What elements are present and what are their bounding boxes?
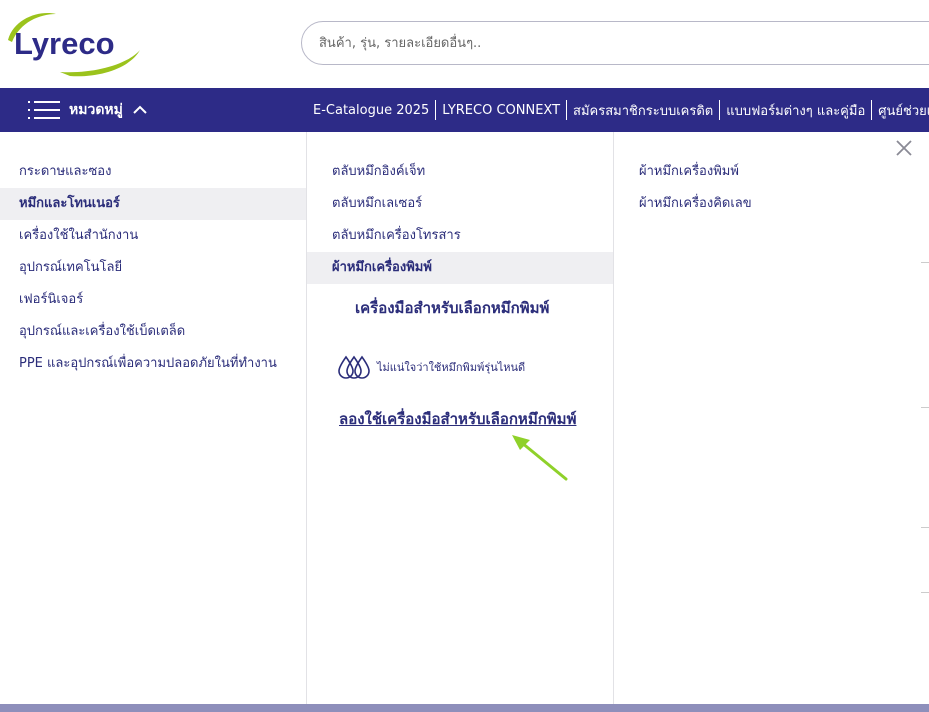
- menu-item-calculator-ribbon[interactable]: ผ้าหมึกเครื่องคิดเลข: [614, 188, 920, 220]
- nav-link-forms-manuals[interactable]: แบบฟอร์มต่างๆ และคู่มือ: [720, 100, 871, 121]
- nav-link-connext[interactable]: LYRECO CONNEXT: [436, 103, 566, 118]
- close-icon[interactable]: [893, 137, 915, 159]
- nav-link-help-center[interactable]: ศูนย์ช่วยเ: [872, 100, 929, 121]
- menu-column-level3: ผ้าหมึกเครื่องพิมพ์ ผ้าหมึกเครื่องคิดเลข: [614, 132, 921, 704]
- menu-item-office-supplies[interactable]: เครื่องใช้ในสำนักงาน: [0, 220, 306, 252]
- menu-item-ppe-safety[interactable]: PPE และอุปกรณ์เพื่อความปลอดภัยในที่ทำงาน: [0, 348, 306, 380]
- nav-link-credit-signup[interactable]: สมัครสมาชิกระบบเครดิต: [567, 100, 719, 121]
- menu-column-level1: กระดาษและซอง หมึกและโทนเนอร์ เครื่องใช้ใ…: [0, 132, 307, 704]
- main-nav-bar: หมวดหมู่ E-Catalogue 2025 LYRECO CONNEXT…: [0, 88, 929, 132]
- menu-item-paper-envelopes[interactable]: กระดาษและซอง: [0, 156, 306, 188]
- lyreco-logo[interactable]: Lyreco: [0, 8, 150, 78]
- annotation-arrow-icon: [512, 435, 568, 481]
- nav-link-ecatalogue[interactable]: E-Catalogue 2025: [307, 103, 435, 118]
- menu-item-ink-toner[interactable]: หมึกและโทนเนอร์: [0, 188, 306, 220]
- menu-item-fax-cartridges[interactable]: ตลับหมึกเครื่องโทรสาร: [307, 220, 613, 252]
- menu-item-printer-ribbons[interactable]: ผ้าหมึกเครื่องพิมพ์: [307, 252, 613, 284]
- menu-item-printer-ribbon[interactable]: ผ้าหมึกเครื่องพิมพ์: [614, 156, 920, 188]
- menu-column-level2: ตลับหมึกอิงค์เจ็ท ตลับหมึกเลเซอร์ ตลับหม…: [307, 132, 614, 704]
- menu-item-misc-supplies[interactable]: อุปกรณ์และเครื่องใช้เบ็ดเตล็ด: [0, 316, 306, 348]
- search-input[interactable]: [302, 22, 929, 64]
- categories-toggle-button[interactable]: หมวดหมู่: [28, 88, 148, 132]
- ink-finder-note: ไม่แน่ใจว่าใช้หมึกพิมพ์รุ่นไหนดี: [338, 354, 525, 380]
- search-box[interactable]: [301, 21, 929, 65]
- site-header: Lyreco: [0, 0, 929, 88]
- menu-item-technology[interactable]: อุปกรณ์เทคโนโลยี: [0, 252, 306, 284]
- categories-label: หมวดหมู่: [69, 102, 123, 118]
- ink-finder-title: เครื่องมือสำหรับเลือกหมึกพิมพ์: [355, 299, 550, 317]
- chevron-up-icon: [133, 105, 147, 114]
- category-mega-menu: กระดาษและซอง หมึกและโทนเนอร์ เครื่องใช้ใ…: [0, 132, 921, 704]
- page-background-strip: [921, 132, 929, 704]
- page-overlay-bottom: [0, 704, 929, 712]
- ink-finder-link[interactable]: ลองใช้เครื่องมือสำหรับเลือกหมึกพิมพ์: [339, 411, 589, 427]
- hamburger-menu-icon: [28, 99, 60, 121]
- menu-item-inkjet-cartridges[interactable]: ตลับหมึกอิงค์เจ็ท: [307, 156, 613, 188]
- ink-finder-note-text: ไม่แน่ใจว่าใช้หมึกพิมพ์รุ่นไหนดี: [377, 361, 526, 374]
- ink-drops-icon: [338, 355, 370, 379]
- nav-links: E-Catalogue 2025 LYRECO CONNEXT สมัครสมา…: [307, 88, 929, 132]
- svg-text:Lyreco: Lyreco: [14, 26, 115, 61]
- menu-item-furniture[interactable]: เฟอร์นิเจอร์: [0, 284, 306, 316]
- menu-item-laser-cartridges[interactable]: ตลับหมึกเลเซอร์: [307, 188, 613, 220]
